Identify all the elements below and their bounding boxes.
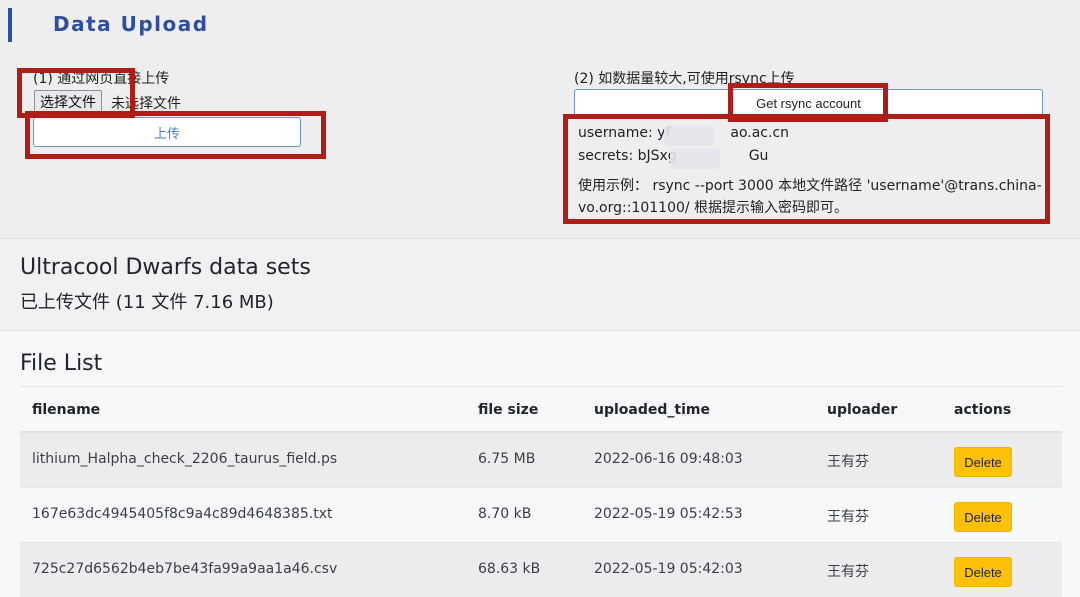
cell-uploaded-time: 2022-05-19 05:42:53: [594, 506, 743, 522]
column-header-actions: actions: [954, 402, 1012, 418]
dataset-title: Ultracool Dwarfs data sets: [20, 255, 311, 280]
cell-uploader: 王有芬: [827, 509, 869, 525]
column-header-file-size[interactable]: file size: [478, 402, 538, 418]
column-header-uploader[interactable]: uploader: [827, 402, 897, 418]
username-prefix: username: yf: [578, 125, 671, 141]
upload-section: Data Upload (1) 通过网页直接上传 选择文件 未选择文件 上传 (…: [0, 0, 1080, 238]
column-header-uploaded-time[interactable]: uploaded_time: [594, 402, 710, 418]
rsync-example-line-1: 使用示例： rsync --port 3000 本地文件路径 'username…: [578, 178, 1042, 194]
file-table: filename file size uploaded_time uploade…: [20, 387, 1062, 597]
table-row: 725c27d6562b4eb7be43fa99a9aa1a46.csv 68.…: [20, 543, 1062, 597]
cell-uploaded-time: 2022-06-16 09:48:03: [594, 451, 743, 467]
choose-file-button[interactable]: 选择文件: [34, 90, 102, 114]
cell-filename: 725c27d6562b4eb7be43fa99a9aa1a46.csv: [32, 561, 338, 577]
column-header-filename[interactable]: filename: [32, 402, 100, 418]
delete-button[interactable]: Delete: [954, 557, 1012, 587]
file-list-title: File List: [20, 351, 103, 376]
cell-uploader: 王有芬: [827, 454, 869, 470]
cell-file-size: 68.63 kB: [478, 561, 541, 577]
table-row: lithium_Halpha_check_2206_taurus_field.p…: [20, 433, 1062, 488]
cell-uploaded-time: 2022-05-19 05:42:03: [594, 561, 743, 577]
delete-button[interactable]: Delete: [954, 502, 1012, 532]
upload-button[interactable]: 上传: [33, 117, 301, 147]
cell-file-size: 8.70 kB: [478, 506, 532, 522]
rsync-example-line-2: vo.org::101100/ 根据提示输入密码即可。: [578, 200, 849, 216]
redaction-blur: [670, 149, 720, 169]
page-title: Data Upload: [53, 12, 209, 36]
secrets-suffix: Gu: [748, 148, 769, 164]
cell-filename: lithium_Halpha_check_2206_taurus_field.p…: [32, 451, 338, 467]
table-row: 167e63dc4945405f8c9a4c89d4648385.txt 8.7…: [20, 488, 1062, 543]
secrets-prefix: secrets: bJSxg: [578, 148, 677, 164]
cell-filename: 167e63dc4945405f8c9a4c89d4648385.txt: [32, 506, 333, 522]
no-file-chosen-text: 未选择文件: [111, 96, 181, 112]
dataset-section: Ultracool Dwarfs data sets 已上传文件 (11 文件 …: [0, 238, 1080, 331]
delete-button[interactable]: Delete: [954, 447, 1012, 477]
get-rsync-account-button[interactable]: Get rsync account: [574, 89, 1043, 117]
cell-uploader: 王有芬: [827, 564, 869, 580]
table-header: filename file size uploaded_time uploade…: [20, 387, 1062, 433]
dataset-summary: 已上传文件 (11 文件 7.16 MB): [20, 292, 274, 313]
title-accent-bar: [8, 8, 12, 42]
rsync-upload-label: (2) 如数据量较大,可使用rsync上传: [574, 71, 795, 87]
cell-file-size: 6.75 MB: [478, 451, 536, 467]
web-upload-label: (1) 通过网页直接上传: [33, 71, 170, 87]
username-suffix: ao.ac.cn: [730, 125, 790, 141]
file-list-section: File List filename file size uploaded_ti…: [0, 331, 1080, 597]
redaction-blur: [664, 126, 714, 146]
